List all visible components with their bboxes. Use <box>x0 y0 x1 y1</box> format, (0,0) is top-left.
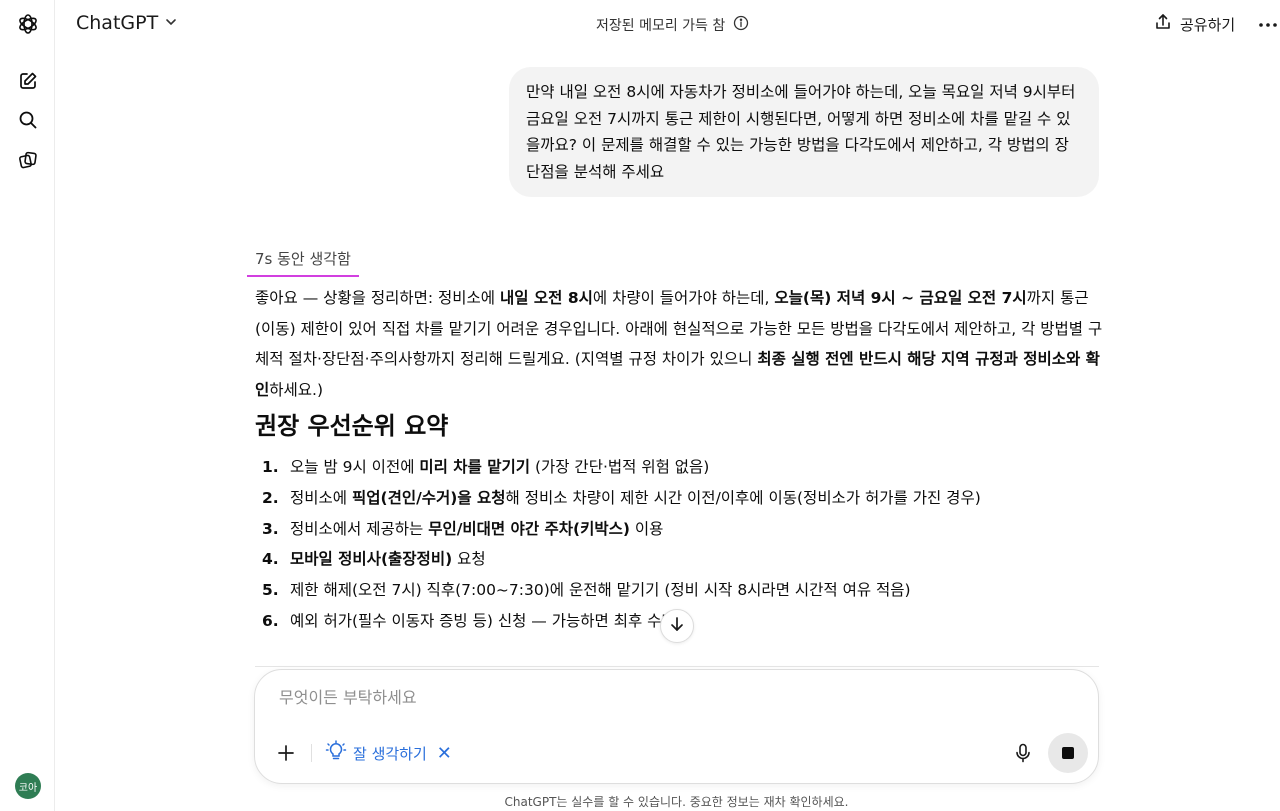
priority-item-segment: 예외 허가(필수 이동자 증빙 등) 신청 — 가능하면 최후 수단 <box>290 611 676 630</box>
priority-item-segment: 모바일 정비사(출장정비) <box>290 550 453 569</box>
search-icon[interactable] <box>14 106 42 134</box>
priority-item-text: 정비소에 픽업(견인/수거)을 요청해 정비소 차량이 제한 시간 이전/이후에… <box>290 483 981 514</box>
priority-item-number: 5. <box>262 581 279 600</box>
close-icon[interactable]: ✕ <box>437 743 452 764</box>
priority-item-segment: 무인/비대면 야간 주차(키박스) <box>428 519 630 538</box>
section-title: 권장 우선순위 요약 <box>255 412 449 440</box>
priority-item-text: 예외 허가(필수 이동자 증빙 등) 신청 — 가능하면 최후 수단 <box>290 606 676 637</box>
answer-intro-segment: 하세요.) <box>269 380 324 399</box>
priority-item-segment: 정비소에 <box>290 488 352 507</box>
answer-intro-segment: 에 차량이 들어가야 하는데, <box>592 289 775 307</box>
prompt-input[interactable] <box>279 688 979 707</box>
scroll-down-button[interactable] <box>660 609 694 643</box>
priority-item-number: 3. <box>262 519 279 538</box>
share-button[interactable]: 공유하기 <box>1154 13 1235 35</box>
microphone-icon[interactable] <box>1011 741 1035 765</box>
answer-intro-segment: 오늘(목) 저녁 9시 ~ 금요일 오전 7시 <box>774 289 1027 307</box>
footer-disclaimer: ChatGPT는 실수를 할 수 있습니다. 중요한 정보는 재차 확인하세요. <box>504 795 849 809</box>
priority-item-segment: 오늘 밤 9시 이전에 <box>290 458 420 476</box>
priority-item-segment: 이용 <box>629 519 664 538</box>
priority-item-segment: 해 정비소 차량이 제한 시간 이전/이후에 이동(정비소가 허가를 가진 경우… <box>505 488 981 507</box>
priority-list: 1. 오늘 밤 9시 이전에 미리 차를 맡기기 (가장 간단·법적 위험 없음)… <box>262 452 1062 637</box>
chevron-down-icon <box>164 12 178 34</box>
model-name: ChatGPT <box>76 12 159 34</box>
share-icon <box>1154 13 1172 35</box>
priority-item-number: 1. <box>262 458 279 476</box>
share-label: 공유하기 <box>1180 15 1236 34</box>
memory-status-label: 저장된 메모리 가득 참 <box>596 18 726 34</box>
arrow-down-icon <box>668 615 686 637</box>
priority-item-segment: 미리 차를 맡기기 <box>419 458 531 476</box>
answer-intro: 좋아요 — 상황을 정리하면: 정비소에 내일 오전 8시에 차량이 들어가야 … <box>255 283 1105 405</box>
priority-item-segment: 제한 해제(오전 7시) 직후(7:00~7:30)에 운전해 맡기기 (정비 … <box>290 581 911 600</box>
openai-logo-icon[interactable] <box>14 10 42 38</box>
priority-item-number: 6. <box>262 611 279 630</box>
stop-icon <box>1062 747 1074 759</box>
user-message: 만약 내일 오전 8시에 자동차가 정비소에 들어가야 하는데, 오늘 목요일 … <box>509 67 1099 197</box>
divider <box>255 666 1099 667</box>
priority-item-segment: 픽업(견인/수거)을 요청 <box>351 488 506 507</box>
priority-item-segment: (가장 간단·법적 위험 없음) <box>530 458 710 476</box>
priority-item: 3. 정비소에서 제공하는 무인/비대면 야간 주차(키박스) 이용 <box>262 514 1062 545</box>
answer-intro-segment: 내일 오전 8시 <box>500 289 593 307</box>
priority-item-number: 2. <box>262 488 279 507</box>
priority-item-text: 오늘 밤 9시 이전에 미리 차를 맡기기 (가장 간단·법적 위험 없음) <box>290 452 709 483</box>
thought-toggle[interactable]: 7s 동안 생각함 <box>255 248 351 269</box>
info-icon <box>733 15 749 35</box>
composer: 잘 생각하기 ✕ <box>254 669 1099 784</box>
priority-item: 2. 정비소에 픽업(견인/수거)을 요청해 정비소 차량이 제한 시간 이전/이… <box>262 483 1062 514</box>
answer-intro-segment: 좋아요 — 상황을 정리하면: 정비소에 <box>255 289 500 307</box>
priority-item: 4. 모바일 정비사(출장정비) 요청 <box>262 544 1062 575</box>
priority-item-number: 4. <box>262 550 279 569</box>
priority-item: 5. 제한 해제(오전 7시) 직후(7:00~7:30)에 운전해 맡기기 (정… <box>262 575 1062 606</box>
top-header: ChatGPT 저장된 메모리 가득 참 공유하기 <box>56 0 1280 50</box>
new-chat-icon[interactable] <box>14 67 42 95</box>
more-options-icon[interactable] <box>1256 13 1280 37</box>
divider <box>311 744 312 762</box>
avatar-label: 코아 <box>18 782 38 794</box>
priority-item: 1. 오늘 밤 9시 이전에 미리 차를 맡기기 (가장 간단·법적 위험 없음) <box>262 452 1062 483</box>
model-selector[interactable]: ChatGPT <box>76 12 178 34</box>
thought-underline <box>247 275 359 277</box>
priority-item-text: 제한 해제(오전 7시) 직후(7:00~7:30)에 운전해 맡기기 (정비 … <box>290 575 911 606</box>
plus-icon[interactable] <box>273 740 299 766</box>
library-icon[interactable] <box>14 146 42 174</box>
priority-item-text: 정비소에서 제공하는 무인/비대면 야간 주차(키박스) 이용 <box>290 514 663 545</box>
memory-status[interactable]: 저장된 메모리 가득 참 <box>596 15 749 35</box>
stop-button[interactable] <box>1048 733 1088 773</box>
priority-item-text: 모바일 정비사(출장정비) 요청 <box>290 544 486 575</box>
priority-item-segment: 요청 <box>452 550 486 569</box>
sidebar-rail: 코아 <box>0 0 55 811</box>
lightbulb-icon <box>325 740 347 766</box>
think-mode-label: 잘 생각하기 <box>353 744 427 763</box>
think-mode-chip[interactable]: 잘 생각하기 ✕ <box>325 740 452 766</box>
priority-item-segment: 정비소에서 제공하는 <box>290 519 429 538</box>
